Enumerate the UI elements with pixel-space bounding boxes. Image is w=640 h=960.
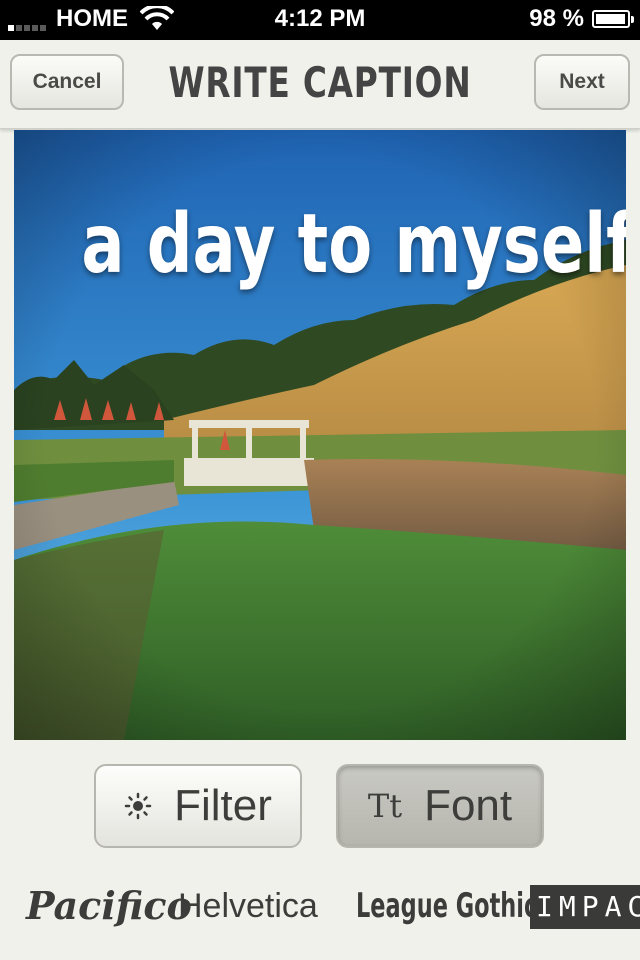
font-option-impact[interactable]: IMPAC: [530, 885, 640, 929]
caption-text[interactable]: a day to myself: [81, 190, 626, 300]
battery-icon: [592, 10, 634, 28]
font-icon: Tt: [367, 787, 403, 825]
filter-button[interactable]: Filter: [94, 764, 302, 848]
filter-label: Filter: [174, 781, 272, 830]
font-option-league-gothic[interactable]: League Gothic: [356, 878, 537, 934]
sun-icon: [124, 792, 152, 820]
battery-percent: 98 %: [529, 5, 584, 32]
photo-preview[interactable]: a day to myself: [14, 130, 626, 740]
font-option-pacifico[interactable]: Pacifico: [26, 878, 192, 934]
next-button[interactable]: Next: [534, 54, 630, 110]
navigation-bar: Cancel WRITE CAPTION Next: [0, 40, 640, 129]
font-option-helvetica[interactable]: Helvetica: [178, 878, 318, 934]
font-button[interactable]: Tt Font: [336, 764, 544, 848]
font-label: Font: [424, 781, 513, 830]
status-bar: HOME 4:12 PM 98 %: [0, 0, 640, 40]
status-right: 98 %: [529, 5, 634, 33]
page-title: WRITE CAPTION: [168, 58, 472, 107]
